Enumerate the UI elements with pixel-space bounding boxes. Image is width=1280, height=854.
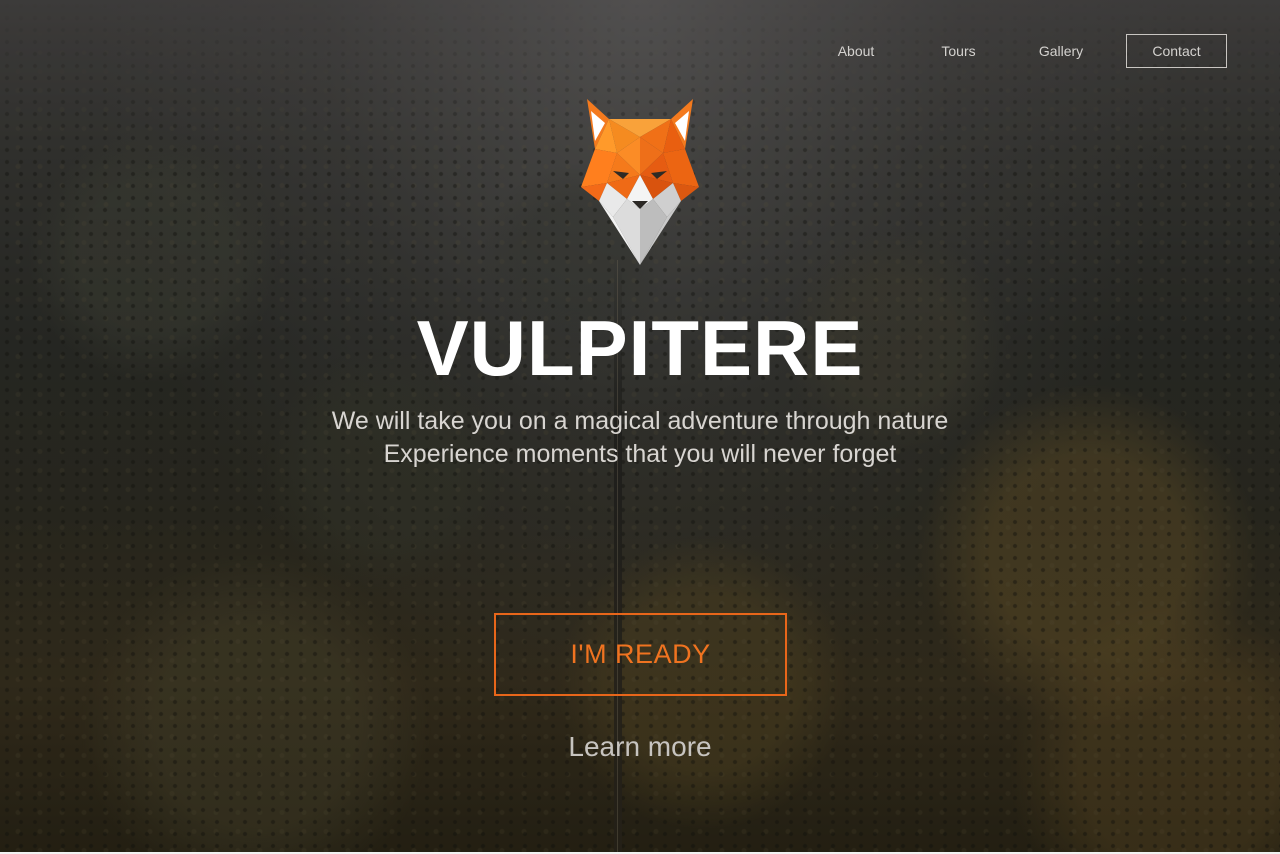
learn-more-link[interactable]: Learn more [0,728,1280,766]
im-ready-button[interactable]: I'M READY [494,613,787,696]
site-title: VULPITERE [416,304,864,392]
fox-head-icon [577,97,703,267]
main-nav: About Tours Gallery Contact [816,33,1227,69]
nav-tours[interactable]: Tours [896,33,1021,69]
nav-about[interactable]: About [816,33,896,69]
nav-contact-button[interactable]: Contact [1126,34,1227,68]
tagline-line-1: We will take you on a magical adventure … [331,407,949,435]
hero-section: About Tours Gallery Contact VULPITERE We… [0,0,1280,854]
nav-gallery[interactable]: Gallery [1021,33,1101,69]
tagline-line-2: Experience moments that you will never f… [383,440,897,468]
